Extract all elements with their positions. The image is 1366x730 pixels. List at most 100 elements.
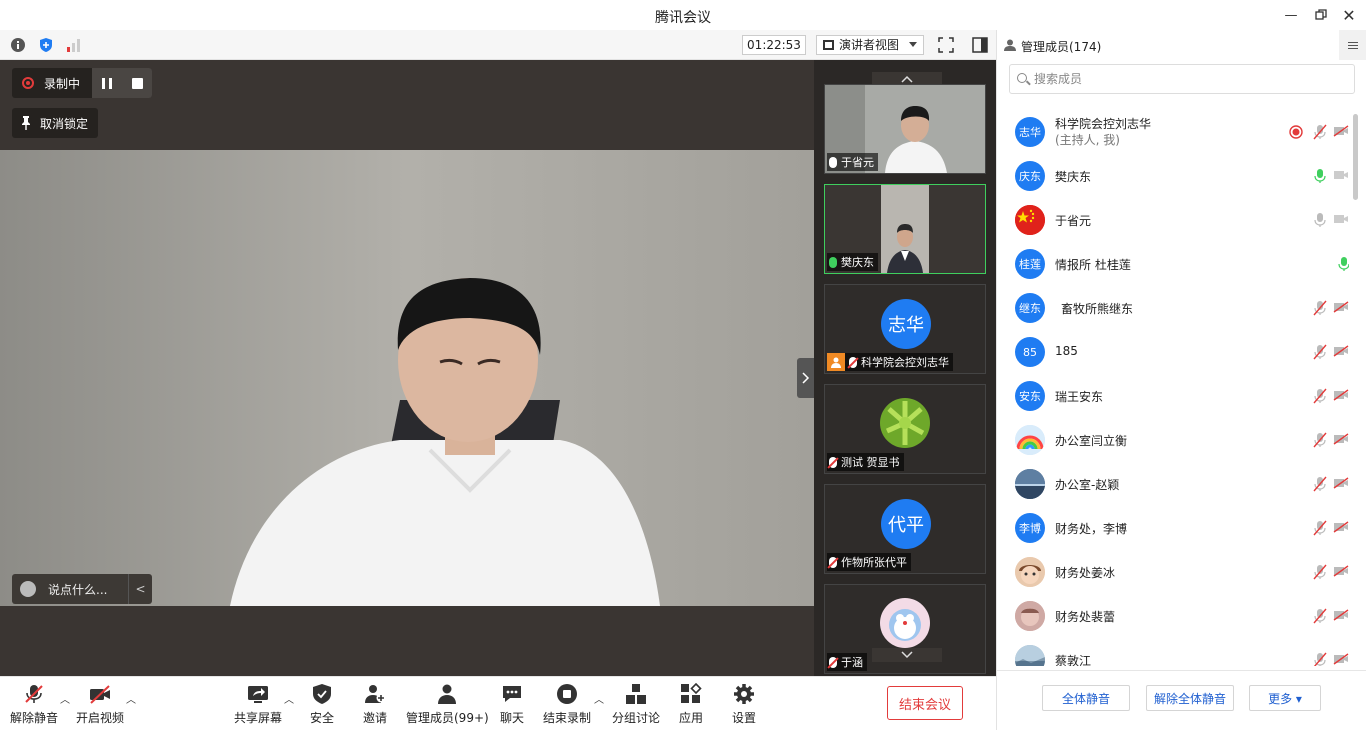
participant-name: 樊庆东 [841, 256, 874, 269]
camera-off-icon[interactable] [1333, 521, 1349, 533]
microphone-muted-icon[interactable] [1313, 432, 1327, 448]
chat-placeholder: 说点什么... [48, 582, 108, 597]
view-mode-select[interactable]: 演讲者视图 [816, 35, 924, 55]
camera-off-icon[interactable] [1333, 389, 1349, 401]
member-row[interactable]: 办公室-赵颖 [997, 462, 1349, 506]
microphone-muted-icon[interactable] [1313, 652, 1327, 666]
audio-options-chevron-icon[interactable]: ︿ [60, 691, 70, 706]
apps-button[interactable]: 应用 [679, 683, 703, 727]
member-row[interactable]: 桂莲 情报所 杜桂莲 [997, 242, 1349, 286]
fullscreen-icon[interactable] [938, 37, 954, 53]
member-search-input[interactable]: 搜索成员 [1009, 64, 1355, 94]
microphone-muted-icon[interactable] [1313, 344, 1327, 360]
members-icon [438, 684, 457, 704]
camera-off-icon[interactable] [1333, 477, 1349, 489]
camera-off-icon[interactable] [1333, 609, 1349, 621]
share-screen-button[interactable]: 共享屏幕 [234, 683, 282, 727]
microphone-icon[interactable] [1313, 212, 1327, 228]
unmute-all-button[interactable]: 解除全体静音 [1146, 685, 1234, 711]
unpin-button[interactable]: 取消锁定 [12, 108, 99, 138]
camera-off-icon[interactable] [1333, 653, 1349, 665]
camera-icon[interactable] [1333, 169, 1349, 181]
member-row[interactable]: 办公室闫立衡 [997, 418, 1349, 462]
microphone-muted-icon[interactable] [1313, 300, 1327, 316]
member-row[interactable]: 财务处姜冰 [997, 550, 1349, 594]
strip-collapse-button[interactable] [797, 358, 815, 398]
start-video-label: 开启视频 [76, 711, 125, 725]
participant-tile[interactable]: 测试 贺显书 [824, 384, 986, 474]
microphone-muted-icon[interactable] [1313, 608, 1327, 624]
member-avatar: 继东 [1015, 293, 1045, 323]
camera-off-icon[interactable] [1333, 345, 1349, 357]
member-name-text: 科学院会控刘志华 [1055, 117, 1152, 131]
stop-recording-button[interactable] [122, 68, 153, 98]
record-options-chevron-icon[interactable]: ︿ [594, 691, 604, 706]
share-options-chevron-icon[interactable]: ︿ [284, 691, 294, 706]
video-options-chevron-icon[interactable]: ︿ [126, 691, 136, 706]
chevron-down-icon [901, 651, 913, 659]
end-meeting-button[interactable]: 结束会议 [887, 686, 963, 720]
more-button[interactable]: 更多 ▾ [1249, 685, 1321, 711]
chevron-down-icon [909, 42, 917, 47]
participant-name: 于省元 [841, 156, 874, 169]
panel-menu-icon[interactable] [1339, 30, 1366, 60]
microphone-muted-icon[interactable] [1313, 564, 1327, 580]
unmute-button[interactable]: 解除静音 [10, 683, 58, 727]
microphone-muted-icon[interactable] [1313, 520, 1327, 536]
member-row[interactable]: 蔡敦江 [997, 638, 1349, 666]
member-row[interactable]: 安东 瑞王安东 [997, 374, 1349, 418]
shield-icon[interactable] [38, 37, 54, 53]
microphone-muted-icon [829, 456, 837, 468]
member-row[interactable]: 85 185 [997, 330, 1349, 374]
manage-members-button[interactable]: 管理成员(99+) [406, 683, 489, 727]
invite-button[interactable]: 邀请 [363, 683, 387, 727]
emoji-icon[interactable] [20, 581, 36, 597]
participant-name-tag: 科学院会控刘志华 [827, 353, 953, 371]
breakout-rooms-button[interactable]: 分组讨论 [612, 683, 660, 727]
restore-icon[interactable] [1312, 6, 1330, 24]
mute-all-button[interactable]: 全体静音 [1042, 685, 1130, 711]
microphone-active-icon[interactable] [1313, 168, 1327, 184]
settings-button[interactable]: 设置 [732, 683, 756, 727]
member-row[interactable]: 李博 财务处，李博 [997, 506, 1349, 550]
member-list-scrollbar[interactable] [1353, 114, 1358, 200]
participant-tile-speaking[interactable]: 樊庆东 [824, 184, 986, 274]
chat-collapse-button[interactable]: < [128, 574, 152, 604]
end-recording-button[interactable]: 结束录制 [543, 683, 591, 727]
microphone-muted-icon [25, 685, 43, 703]
chat-button[interactable]: 聊天 [500, 683, 524, 727]
participant-tile[interactable]: 于省元 [824, 84, 986, 174]
member-row[interactable]: 庆东 樊庆东 [997, 154, 1349, 198]
camera-off-icon[interactable] [1333, 301, 1349, 313]
camera-off-icon[interactable] [1333, 125, 1349, 137]
speaker-video[interactable] [0, 150, 814, 606]
minimize-icon[interactable]: — [1282, 6, 1300, 24]
member-row[interactable]: 志华 科学院会控刘志华 (主持人, 我) [997, 110, 1349, 154]
member-row[interactable]: 于省元 [997, 198, 1349, 242]
strip-scroll-down-button[interactable] [872, 648, 942, 662]
panel-toggle-icon[interactable] [972, 37, 988, 53]
pause-recording-button[interactable] [92, 68, 123, 98]
participant-tile[interactable]: 志华 科学院会控刘志华 [824, 284, 986, 374]
microphone-muted-icon[interactable] [1313, 388, 1327, 404]
participant-tile[interactable]: 代平 作物所张代平 [824, 484, 986, 574]
participant-strip: 于省元 樊庆东 志华 科学院会控刘志华 测试 贺显书 代平 作物所张代平 于涵 [814, 60, 996, 676]
microphone-muted-icon[interactable] [1313, 476, 1327, 492]
add-user-icon [365, 685, 386, 703]
recording-status: 录制中 [12, 68, 92, 98]
close-icon[interactable]: ✕ [1340, 6, 1358, 25]
signal-icon[interactable] [66, 37, 82, 53]
camera-icon[interactable] [1333, 213, 1349, 225]
info-icon[interactable] [10, 37, 26, 53]
microphone-muted-icon[interactable] [1313, 124, 1327, 140]
member-row[interactable]: 财务处裴蕾 [997, 594, 1349, 638]
camera-off-icon[interactable] [1333, 433, 1349, 445]
start-video-button[interactable]: 开启视频 [76, 683, 124, 727]
member-name: 办公室闫立衡 [1055, 434, 1128, 448]
camera-off-icon[interactable] [1333, 565, 1349, 577]
quick-chat-box[interactable]: 说点什么... < [12, 574, 152, 604]
meeting-timer: 01:22:53 [742, 35, 806, 55]
microphone-active-icon[interactable] [1337, 256, 1349, 272]
member-row[interactable]: 继东 畜牧所熊继东 [997, 286, 1349, 330]
security-button[interactable]: 安全 [310, 683, 334, 727]
